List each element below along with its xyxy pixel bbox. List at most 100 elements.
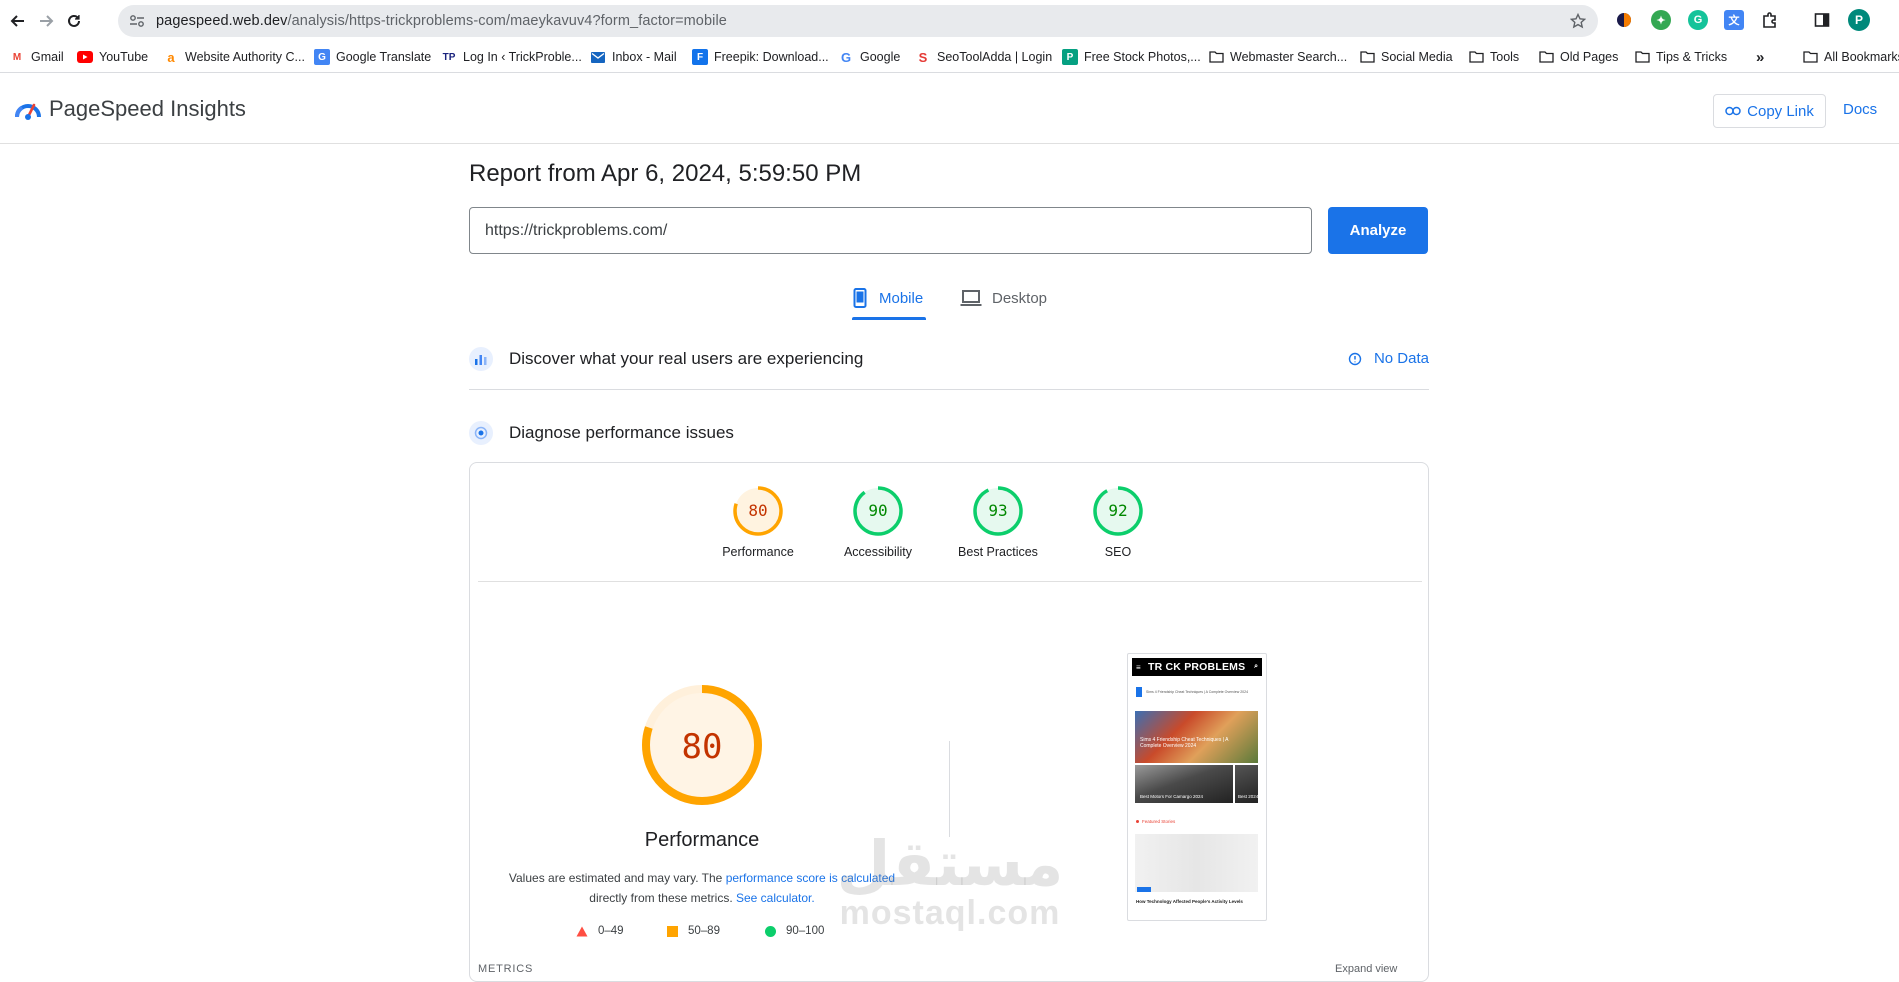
tab-desktop[interactable]: Desktop (960, 283, 1047, 313)
seotooladda-icon: S (918, 49, 928, 65)
site-info-icon[interactable] (126, 10, 148, 32)
bookmark-old-pages[interactable]: Old Pages (1538, 48, 1618, 66)
gauge-best-practices[interactable]: 93 Best Practices (943, 485, 1053, 559)
bookmark-tools[interactable]: Tools (1468, 48, 1519, 66)
gauge-value: 93 (988, 501, 1007, 520)
reload-button[interactable] (62, 9, 86, 33)
grammarly-icon[interactable]: G (1688, 10, 1708, 30)
hamburger-icon: ≡ (1136, 662, 1141, 672)
tab-mobile[interactable]: Mobile (853, 283, 923, 313)
big-gauge-value: 80 (682, 727, 723, 767)
no-data-indicator[interactable]: No Data (1348, 350, 1429, 367)
url-input[interactable] (469, 207, 1312, 254)
bookmark-gmail[interactable]: M Gmail (9, 48, 64, 66)
gauge-value: 80 (748, 501, 767, 520)
analyze-button[interactable]: Analyze (1328, 207, 1428, 254)
bookmark-star-icon[interactable] (1568, 11, 1588, 31)
bookmark-google-translate[interactable]: G Google Translate (314, 48, 431, 66)
bookmark-label: Tools (1490, 50, 1520, 64)
report-title: Report from Apr 6, 2024, 5:59:50 PM (469, 160, 862, 187)
users-chart-icon (469, 347, 493, 371)
bookmark-label: SeoToolAdda | Login (937, 50, 1053, 64)
side-panel-icon[interactable] (1812, 10, 1832, 30)
gauge-label: Performance (722, 545, 794, 559)
bookmark-label: Free Stock Photos,... (1084, 50, 1201, 64)
bookmark-label: Gmail (31, 50, 64, 64)
smartphone-icon (853, 288, 867, 308)
extensions-puzzle-icon[interactable] (1760, 10, 1780, 30)
bookmark-tips-tricks[interactable]: Tips & Tricks (1634, 48, 1727, 66)
profile-avatar[interactable]: P (1848, 9, 1870, 31)
bookmark-youtube[interactable]: YouTube (77, 48, 148, 66)
screenshot-tag (1137, 887, 1151, 892)
bookmark-google[interactable]: G Google (838, 48, 900, 66)
info-icon (1348, 352, 1362, 365)
screenshot-featured-heading: Featured Stories (1136, 819, 1175, 824)
folder-icon (1538, 49, 1554, 65)
extension-green-icon[interactable]: ✦ (1651, 10, 1671, 30)
google-translate-icon: G (314, 49, 330, 65)
arrow-right-icon (40, 15, 54, 27)
gauge-performance[interactable]: 80 Performance (703, 485, 813, 559)
bookmark-freepik[interactable]: F Freepik: Download... (692, 48, 829, 66)
forward-button[interactable] (34, 9, 58, 33)
section-divider (469, 389, 1429, 390)
legend-poor-label: 0–49 (598, 925, 624, 937)
bookmark-label: Tips & Tricks (1656, 50, 1728, 64)
bookmarks-overflow-button[interactable]: » (1756, 48, 1764, 66)
bookmark-label: Google (860, 50, 901, 64)
reload-icon (68, 14, 80, 27)
address-bar[interactable]: pagespeed.web.dev/analysis/https-trickpr… (118, 5, 1598, 37)
see-calculator-link[interactable]: See calculator. (736, 891, 815, 905)
copy-link-button[interactable]: Copy Link (1713, 94, 1826, 128)
legend-average-label: 50–89 (688, 925, 720, 937)
legend-average: 50–89 (667, 925, 720, 937)
real-users-section[interactable]: Discover what your real users are experi… (469, 344, 1429, 374)
pagespeed-logo-icon[interactable] (14, 95, 42, 121)
folder-icon (1468, 49, 1484, 65)
screenshot-hero-title: Sims 4 Friendship Cheat Techniques | A C… (1140, 737, 1229, 749)
category-gauges: 80 Performance 90 Accessibility 93 Best … (478, 463, 1422, 582)
bookmark-free-stock-photos[interactable]: P Free Stock Photos,... (1062, 48, 1201, 66)
watermark-latin: mostaql.com (839, 894, 1061, 932)
orange-square-icon (667, 925, 678, 937)
google-icon: G (840, 49, 852, 65)
ahrefs-icon: a (167, 49, 175, 65)
copy-link-label: Copy Link (1747, 102, 1814, 120)
app-title[interactable]: PageSpeed Insights (49, 96, 246, 122)
bookmark-website-authority[interactable]: a Website Authority C... (163, 48, 305, 66)
diagnose-label: Diagnose performance issues (509, 423, 734, 442)
bookmark-inbox-mail[interactable]: Inbox - Mail (590, 48, 677, 66)
bookmark-label: Google Translate (336, 50, 432, 64)
link-icon (1725, 106, 1741, 116)
translate-extension-icon[interactable]: 文 (1724, 10, 1744, 30)
gauge-accessibility[interactable]: 90 Accessibility (823, 485, 933, 559)
no-data-label: No Data (1373, 350, 1429, 367)
gauge-seo-ring: 92 (1093, 486, 1143, 536)
all-bookmarks-button[interactable]: All Bookmarks (1802, 48, 1899, 66)
bookmark-social-media[interactable]: Social Media (1359, 48, 1453, 66)
extension-orb-icon[interactable] (1614, 10, 1634, 30)
screenshot-search-icon: ⌕ (1254, 663, 1258, 670)
browser-toolbar: pagespeed.web.dev/analysis/https-trickpr… (0, 0, 1899, 42)
legend-good: 90–100 (765, 925, 824, 937)
gauge-seo[interactable]: 92 SEO (1063, 485, 1173, 559)
mail-icon (590, 49, 606, 65)
gauge-label: SEO (1104, 545, 1132, 559)
bookmark-label: Freepik: Download... (714, 50, 829, 64)
docs-link[interactable]: Docs (1843, 101, 1877, 118)
expand-view-button[interactable]: Expand view (1335, 963, 1397, 975)
url-host: pagespeed.web.dev (156, 13, 288, 29)
bookmark-trickproblems-login[interactable]: TP Log In ‹ TrickProble... (441, 48, 582, 66)
gauge-performance-ring: 80 (733, 486, 783, 536)
performance-big-gauge: 80 (642, 685, 762, 805)
gauge-label: Accessibility (843, 545, 913, 559)
gauge-label: Best Practices (958, 545, 1038, 559)
bookmark-webmaster-search[interactable]: Webmaster Search... (1208, 48, 1347, 66)
performance-title: Performance (644, 829, 760, 851)
bookmark-seotooladda[interactable]: S SeoToolAdda | Login (915, 48, 1053, 66)
folder-icon (1802, 49, 1818, 65)
legend-poor: 0–49 (576, 925, 624, 937)
back-button[interactable] (6, 9, 30, 33)
bookmark-label: Old Pages (1560, 50, 1619, 64)
